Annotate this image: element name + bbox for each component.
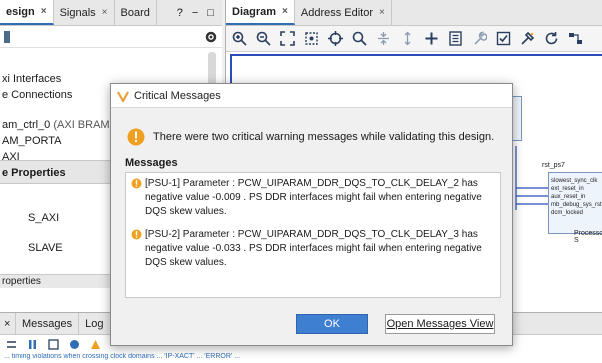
message-text: [PSU-2] Parameter : PCW_UIPARAM_DDR_DQS_… bbox=[145, 229, 482, 268]
collapse-all-msgs-icon[interactable] bbox=[6, 339, 17, 350]
tab-design-label: esign bbox=[6, 5, 35, 18]
zoom-area-icon[interactable] bbox=[304, 31, 319, 46]
tab-signals-label: Signals bbox=[59, 6, 96, 19]
run-automation-icon[interactable] bbox=[520, 31, 535, 46]
tab-console-close-icon[interactable]: × bbox=[0, 313, 16, 334]
tab-messages[interactable]: Messages bbox=[16, 313, 80, 334]
tab-design[interactable]: esign × bbox=[0, 0, 54, 25]
console-status-line: ... timing violations when crossing cloc… bbox=[4, 353, 241, 360]
messages-section-label: Messages bbox=[125, 157, 178, 169]
tab-diagram[interactable]: Diagram × bbox=[226, 0, 295, 25]
refresh-icon[interactable] bbox=[544, 31, 559, 46]
critical-warning-icon bbox=[131, 229, 142, 240]
port-dcm-locked[interactable]: dcm_locked bbox=[551, 209, 602, 217]
message-item[interactable]: [PSU-1] Parameter : PCW_UIPARAM_DDR_DQS_… bbox=[131, 177, 495, 219]
minimize-icon[interactable]: − bbox=[192, 7, 198, 19]
warning-icon bbox=[127, 128, 145, 146]
critical-warning-icon bbox=[131, 178, 142, 189]
panel-controls: ? − □ bbox=[157, 0, 222, 25]
tab-address-editor-close-icon[interactable]: × bbox=[379, 7, 385, 18]
block-subtitle: Processor S bbox=[574, 230, 602, 244]
dialog-summary-text: There were two critical warning messages… bbox=[153, 131, 495, 143]
info-icon[interactable] bbox=[69, 339, 80, 350]
pause-icon[interactable] bbox=[27, 339, 38, 350]
tab-address-editor-label: Address Editor bbox=[300, 6, 374, 19]
processor-reset-block[interactable]: slowest_sync_clk ext_reset_in aux_reset_… bbox=[548, 172, 602, 234]
tab-log-label: Log bbox=[85, 317, 104, 330]
left-toolbar bbox=[0, 26, 222, 48]
critical-messages-dialog: Critical Messages There were two critica… bbox=[110, 83, 513, 346]
clear-icon[interactable] bbox=[48, 338, 59, 350]
properties-icon[interactable] bbox=[448, 31, 463, 46]
tab-design-close-icon[interactable]: × bbox=[41, 6, 47, 17]
port-slowest-sync-clk[interactable]: slowest_sync_clk bbox=[551, 177, 602, 185]
tab-signals[interactable]: Signals × bbox=[54, 0, 115, 25]
dialog-titlebar[interactable]: Critical Messages bbox=[111, 84, 512, 108]
dialog-summary-row: There were two critical warning messages… bbox=[127, 128, 494, 146]
connection-wires bbox=[515, 146, 548, 210]
diagram-tabbar: Diagram × Address Editor × bbox=[226, 0, 602, 26]
ok-button[interactable]: OK bbox=[296, 314, 368, 334]
prop-mode-value: SLAVE bbox=[28, 242, 63, 254]
prop-name-value: S_AXI bbox=[28, 212, 60, 224]
port-mb-debug-sys-rst[interactable]: mb_debug_sys_rst bbox=[551, 201, 602, 209]
tab-address-editor[interactable]: Address Editor × bbox=[295, 0, 392, 25]
help-icon[interactable]: ? bbox=[177, 7, 183, 19]
add-ip-icon[interactable] bbox=[424, 31, 439, 46]
tab-messages-label: Messages bbox=[22, 317, 73, 330]
gear-icon[interactable] bbox=[204, 30, 218, 44]
message-text: [PSU-1] Parameter : PCW_UIPARAM_DDR_DQS_… bbox=[145, 178, 482, 217]
expand-all-icon[interactable] bbox=[400, 31, 415, 46]
diagram-toolbar bbox=[226, 26, 602, 52]
port-aux-reset-in[interactable]: aux_reset_in bbox=[551, 193, 602, 201]
bram-ctrl-label: am_ctrl_0 bbox=[2, 119, 51, 131]
collapse-all-icon[interactable] bbox=[376, 31, 391, 46]
tab-signals-close-icon[interactable]: × bbox=[102, 7, 108, 18]
collapse-icon[interactable] bbox=[4, 30, 10, 43]
port-ext-reset-in[interactable]: ext_reset_in bbox=[551, 185, 602, 193]
tab-board-label: Board bbox=[120, 6, 150, 19]
search-icon[interactable] bbox=[352, 31, 367, 46]
message-item[interactable]: [PSU-2] Parameter : PCW_UIPARAM_DDR_DQS_… bbox=[131, 228, 495, 270]
tab-log[interactable]: Log bbox=[79, 313, 111, 334]
open-messages-view-button[interactable]: Open Messages View bbox=[385, 314, 495, 334]
regenerate-layout-icon[interactable] bbox=[568, 31, 583, 46]
left-tabbar: esign × Signals × Board ? − □ bbox=[0, 0, 222, 26]
zoom-in-icon[interactable] bbox=[232, 31, 247, 46]
maximize-icon[interactable]: □ bbox=[207, 7, 214, 19]
dialog-title: Critical Messages bbox=[134, 89, 221, 102]
wrench-icon[interactable] bbox=[472, 31, 487, 46]
tab-diagram-close-icon[interactable]: × bbox=[282, 6, 288, 17]
center-icon[interactable] bbox=[328, 31, 343, 46]
messages-list[interactable]: [PSU-1] Parameter : PCW_UIPARAM_DDR_DQS_… bbox=[125, 172, 501, 298]
fit-view-icon[interactable] bbox=[280, 31, 295, 46]
tab-diagram-label: Diagram bbox=[232, 5, 277, 18]
vivado-logo-icon bbox=[117, 90, 129, 102]
tab-board[interactable]: Board bbox=[115, 0, 157, 25]
validate-icon[interactable] bbox=[496, 31, 511, 46]
zoom-out-icon[interactable] bbox=[256, 31, 271, 46]
warning-filter-icon[interactable] bbox=[90, 339, 101, 350]
